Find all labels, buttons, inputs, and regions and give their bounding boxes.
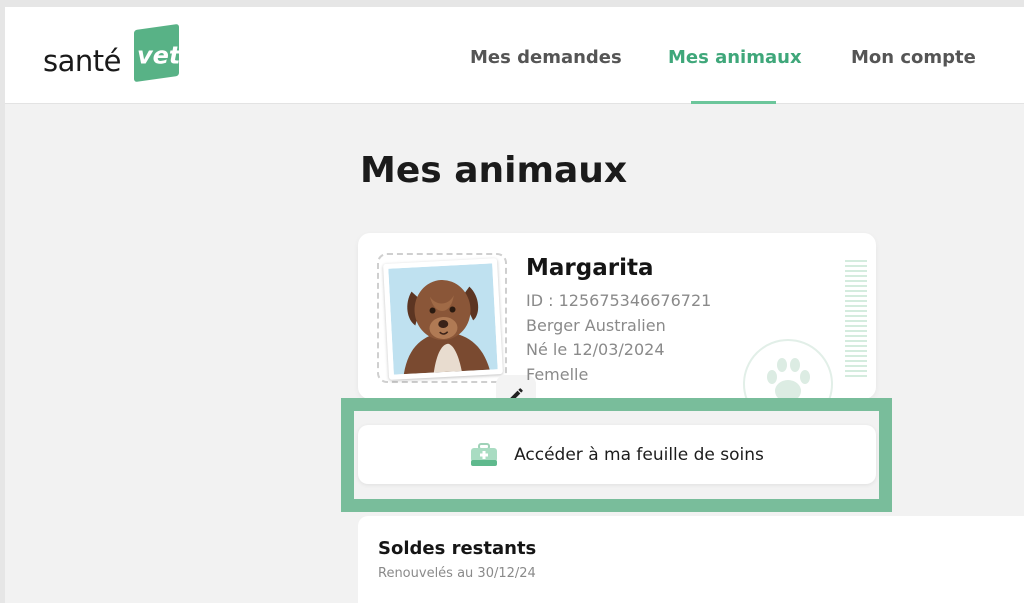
- pet-card: Margarita ID : 125675346676721 Berger Au…: [358, 233, 876, 399]
- pet-id: ID : 125675346676721: [526, 291, 712, 310]
- pet-photo: [383, 258, 503, 380]
- pet-sex: Femelle: [526, 365, 589, 384]
- balances-section: Soldes restants Renouvelés au 30/12/24: [358, 516, 1024, 603]
- logo-text: santé: [43, 44, 121, 78]
- nav-mon-compte[interactable]: Mon compte: [851, 47, 976, 68]
- page-title: Mes animaux: [360, 150, 628, 191]
- logo-badge-text: vet: [137, 41, 181, 70]
- logo-badge: vet: [134, 23, 181, 83]
- header: santé vet Mes demandes Mes animaux Mon c…: [5, 7, 1024, 104]
- pet-photo-frame: [377, 253, 536, 399]
- active-nav-indicator: [691, 101, 776, 104]
- care-sheet-button[interactable]: Accéder à ma feuille de soins: [358, 425, 876, 484]
- pet-breed: Berger Australien: [526, 316, 666, 335]
- pet-birthdate: Né le 12/03/2024: [526, 340, 665, 359]
- paw-icon: [743, 339, 833, 399]
- nav-mes-animaux[interactable]: Mes animaux: [668, 47, 802, 68]
- santevet-logo[interactable]: santé vet: [43, 23, 193, 84]
- pet-name: Margarita: [526, 255, 654, 281]
- barcode-decoration: [845, 260, 867, 380]
- nav-mes-demandes[interactable]: Mes demandes: [470, 47, 622, 68]
- care-sheet-label: Accéder à ma feuille de soins: [514, 444, 764, 465]
- app-frame: santé vet Mes demandes Mes animaux Mon c…: [5, 7, 1024, 603]
- balances-subtitle: Renouvelés au 30/12/24: [378, 566, 536, 581]
- medical-case-icon: [471, 442, 498, 466]
- balances-title: Soldes restants: [378, 538, 537, 559]
